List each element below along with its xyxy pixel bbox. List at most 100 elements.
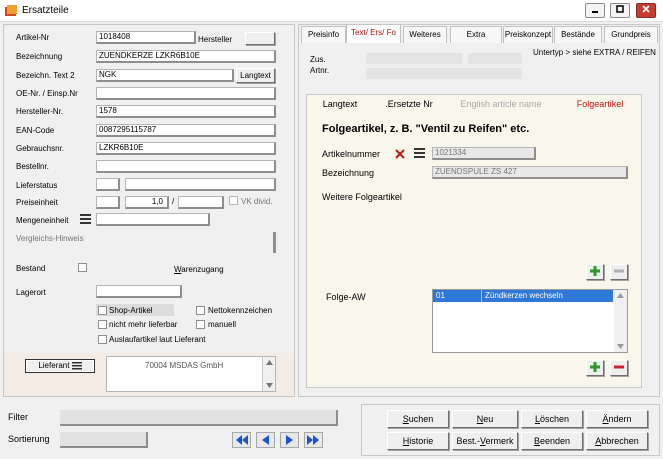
bezeichnung-field[interactable]: ZUENDKERZE LZKR6B10E (96, 50, 276, 63)
aendern-button[interactable]: Ändern (586, 410, 648, 428)
folge-aw-nr: 01 (436, 291, 445, 300)
first-record-button[interactable] (232, 432, 251, 448)
list-icon[interactable] (414, 148, 425, 159)
inner-tab-ersetzte-nr[interactable]: .Ersetzte Nr (373, 96, 445, 113)
first-icon (236, 435, 248, 445)
nettokennzeichen-label: Nettokennzeichen (208, 306, 273, 315)
column-divider (481, 290, 482, 302)
best-vermerk-button[interactable]: Best.-Vermerk (452, 432, 518, 450)
vergleichs-hinweis-field[interactable] (273, 232, 276, 253)
bestellnr-field[interactable] (96, 160, 276, 173)
lieferant-textbox[interactable]: 70004 MSDAS GmbH (106, 356, 276, 392)
tab-extra[interactable]: Extra (450, 26, 502, 43)
last-record-button[interactable] (304, 432, 323, 448)
add-folgeartikel-button[interactable] (586, 264, 604, 280)
remove-folgeartikel-button[interactable] (610, 264, 628, 280)
next-icon (286, 435, 293, 445)
label-bestellnr: Bestellnr. (16, 162, 49, 171)
vk-divid-label: VK divid. (241, 197, 273, 206)
zus-field-1[interactable] (366, 53, 462, 64)
tab-weiteres[interactable]: Weiteres (403, 26, 447, 43)
scroll-up-icon[interactable] (266, 360, 273, 365)
tab-preisinfo[interactable]: Preisinfo (301, 26, 346, 43)
langtext-button[interactable]: Langtext (236, 68, 275, 83)
nicht-mehr-lieferbar-checkbox[interactable] (98, 320, 107, 329)
bezeichn-text-2-field[interactable]: NGK (96, 69, 234, 82)
artnr-field[interactable] (366, 68, 522, 79)
sortierung-field[interactable] (60, 432, 148, 448)
scroll-down-icon[interactable] (617, 344, 624, 349)
hersteller-label: Hersteller (198, 35, 233, 44)
artikelnummer-field[interactable]: 1021334 (432, 147, 536, 160)
scroll-up-icon[interactable] (617, 293, 624, 298)
weitere-folgeartikel-label: Weitere Folgeartikel (322, 192, 402, 202)
minimize-button[interactable] (585, 3, 605, 18)
manuell-label: manuell (208, 320, 237, 329)
preis-divisor-field[interactable] (178, 196, 224, 209)
inner-tab-english-article-name[interactable]: English article name (447, 96, 555, 113)
label-vergleichs-hinweis: Vergleichs-Hinweis (16, 234, 84, 243)
shop-artikel-checkbox[interactable] (98, 306, 107, 315)
historie-button[interactable]: Historie (387, 432, 449, 450)
lieferant-scrollbar[interactable] (262, 357, 275, 391)
inner-tab-folgeartikel[interactable]: Folgeartikel (560, 96, 640, 113)
preiseinheit-field[interactable]: 1,0 (125, 196, 169, 209)
prev-record-button[interactable] (256, 432, 275, 448)
label-lieferstatus: Lieferstatus (16, 181, 58, 190)
hersteller-button[interactable] (245, 32, 275, 45)
remove-folge-aw-button[interactable] (610, 360, 628, 376)
preiseinheit-code-field[interactable] (96, 196, 120, 209)
manuell-checkbox[interactable] (196, 320, 205, 329)
lieferant-button[interactable]: Lieferant (25, 359, 95, 373)
add-folge-aw-button[interactable] (586, 360, 604, 376)
nicht-mehr-lieferbar-label: nicht mehr lieferbar (109, 320, 178, 329)
gebrauchsnr-field[interactable]: LZKR6B10E (96, 142, 276, 155)
minus-icon (614, 365, 624, 369)
sortierung-label: Sortierung (8, 434, 50, 444)
auslaufartikel-checkbox[interactable] (98, 335, 107, 344)
label-hersteller-nr: Hersteller-Nr. (16, 107, 64, 116)
label-gebrauchsnr: Gebrauchsnr. (16, 144, 65, 153)
bezeichnung-folge-field[interactable]: ZUENDSPULE ZS 427 (432, 166, 628, 179)
bestand-checkbox[interactable] (78, 263, 87, 272)
inner-tab-langtext[interactable]: Langtext (309, 96, 371, 113)
folge-aw-text: Zündkerzen wechseln (485, 291, 563, 300)
vk-divid-checkbox[interactable] (229, 196, 238, 205)
suchen-button[interactable]: Suchen (387, 410, 449, 428)
lieferstatus-code-field[interactable] (96, 178, 120, 191)
zus-label: Zus. (310, 55, 326, 64)
lagerort-field[interactable] (96, 285, 182, 298)
hersteller-nr-field[interactable]: 1578 (96, 105, 276, 118)
label-mengeneinheit: Mengeneinheit (16, 216, 69, 225)
folge-aw-row[interactable]: 01 Zündkerzen wechseln (433, 290, 613, 302)
filter-field[interactable] (60, 410, 338, 426)
tab-bestaende[interactable]: Bestände (554, 26, 602, 43)
maximize-icon (616, 5, 624, 13)
close-button[interactable] (636, 3, 656, 18)
label-bezeichn-text-2: Bezeichn. Text 2 (16, 71, 75, 80)
delete-x-icon[interactable] (395, 149, 405, 159)
tab-preiskonzept[interactable]: Preiskonzept (503, 26, 553, 43)
artikel-nr-field[interactable]: 1018408 (96, 31, 196, 44)
folge-aw-scrollbar[interactable] (614, 290, 627, 352)
oe-nr-field[interactable] (96, 87, 276, 100)
beenden-button[interactable]: Beenden (521, 432, 583, 450)
warenzugang-link[interactable]: Warenzugang (174, 265, 224, 274)
untertyp-hint: Untertyp > siehe EXTRA / REIFEN (533, 48, 656, 57)
scroll-down-icon[interactable] (266, 383, 273, 388)
mengeneinheit-field[interactable] (96, 213, 210, 226)
title-bar: Ersatzteile (0, 0, 663, 22)
lieferstatus-field[interactable] (125, 178, 276, 191)
neu-button[interactable]: Neu (452, 410, 518, 428)
tab-text-ers-fo[interactable]: Text/ Ers/ Fo (346, 24, 401, 43)
next-record-button[interactable] (280, 432, 299, 448)
abbrechen-button[interactable]: Abbrechen (586, 432, 648, 450)
maximize-button[interactable] (610, 3, 630, 18)
zus-field-2[interactable] (468, 53, 522, 64)
ean-code-field[interactable]: 0087295115787 (96, 124, 276, 137)
filter-label: Filter (8, 412, 28, 422)
list-icon[interactable] (80, 214, 91, 224)
nettokennzeichen-checkbox[interactable] (196, 306, 205, 315)
tab-grundpreis[interactable]: Grundpreis (604, 26, 658, 43)
loeschen-button[interactable]: Löschen (521, 410, 583, 428)
